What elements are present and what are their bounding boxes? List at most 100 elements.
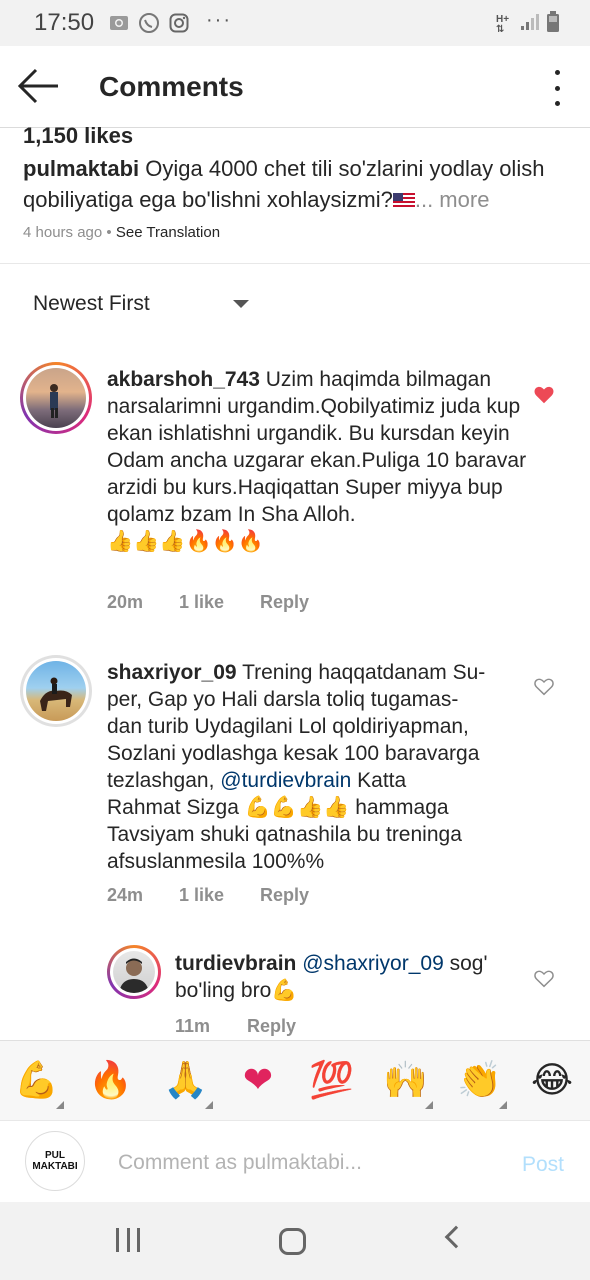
comment-time: 20m — [107, 592, 144, 612]
reaction-flexed-biceps[interactable]: 💪 — [14, 1059, 64, 1109]
comment-emojis: 💪💪👍👍 — [244, 795, 350, 819]
battery-icon — [546, 11, 560, 38]
reaction-fire[interactable]: 🔥 — [88, 1059, 133, 1103]
user-avatar: PUL MAKTABI — [25, 1131, 85, 1191]
reaction-hundred[interactable]: 💯 — [309, 1059, 354, 1103]
recent-apps-button[interactable] — [116, 1228, 140, 1252]
corner-indicator — [205, 1101, 213, 1109]
reaction-heart[interactable]: ❤ — [236, 1059, 280, 1103]
reply-button[interactable]: Reply — [247, 1016, 296, 1037]
post-meta: 4 hours ago • See Translation — [23, 224, 220, 241]
comment-text: hammaga — [355, 796, 449, 819]
reaction-tears-of-joy[interactable]: 😂 — [530, 1059, 574, 1103]
recents-bar — [116, 1228, 119, 1252]
back-button[interactable] — [16, 66, 62, 106]
caption-more-link[interactable]: ... more — [415, 187, 490, 212]
reaction-emoji: 🙏 — [163, 1060, 208, 1101]
comment-text: afsuslanmesila 100%% — [107, 850, 325, 873]
reaction-emoji: 💪 — [14, 1060, 59, 1101]
comment-body: shaxriyor_09 Trening haqqatdanam Su- per… — [107, 659, 527, 875]
heart-filled-icon[interactable] — [533, 384, 555, 406]
comment-username[interactable]: akbarshoh_743 — [107, 368, 260, 391]
corner-indicator — [56, 1101, 64, 1109]
reaction-emoji: 👏 — [457, 1060, 502, 1101]
comment-time: 24m — [107, 885, 144, 905]
back-arrow-icon — [17, 68, 58, 104]
post-likes-count[interactable]: 1,150 likes — [23, 123, 133, 149]
post-button[interactable]: Post — [522, 1153, 564, 1177]
comment-text: Rahmat Sizga — [107, 796, 239, 819]
dot — [554, 70, 560, 75]
comment-username[interactable]: shaxriyor_09 — [107, 661, 237, 684]
sort-dropdown[interactable]: Newest First — [33, 292, 249, 316]
commenter-avatar[interactable] — [20, 655, 92, 727]
recents-bar — [137, 1228, 140, 1252]
instagram-icon — [168, 12, 190, 34]
corner-indicator — [499, 1101, 507, 1109]
comment-meta: 24m 1 like Reply — [107, 885, 309, 906]
comment-username[interactable]: turdievbrain — [175, 952, 296, 975]
mention-link[interactable]: @turdievbrain — [220, 769, 351, 792]
network-type-indicator: H+ ⇅ — [496, 13, 510, 35]
reaction-folded-hands[interactable]: 🙏 — [163, 1059, 213, 1109]
divider — [0, 263, 590, 264]
dot — [554, 101, 560, 106]
comment-body: turdievbrain @shaxriyor_09 sog' bo'ling … — [175, 950, 515, 1004]
comment-text: Uzim haqimda bilmagan narsalarimni urgan… — [107, 368, 527, 526]
comment-text: dan turib Uydagilani Lol qoldiriyapman, — [107, 715, 469, 738]
comment-text: tezlashgan, — [107, 769, 215, 792]
comment-text: Katta — [351, 769, 407, 792]
signal-icon — [520, 13, 540, 36]
more-options-button[interactable] — [550, 70, 564, 106]
more-notifications-icon: ··· — [206, 8, 232, 31]
us-flag-icon — [392, 193, 415, 208]
meta-separator: • — [106, 224, 112, 241]
comment-time: 11m — [175, 1016, 211, 1036]
comment-body: akbarshoh_743 Uzim haqimda bilmagan nars… — [107, 366, 527, 555]
comment-text: Tavsiyam shuki qatnashila bu treninga — [107, 823, 462, 846]
recents-bar — [126, 1228, 130, 1252]
status-time: 17:50 — [34, 9, 95, 36]
comment-like-count[interactable]: 1 like — [179, 592, 260, 613]
reaction-clapping-hands[interactable]: 👏 — [457, 1059, 507, 1109]
comment-composer: PUL MAKTABI Comment as pulmaktabi... Pos… — [0, 1120, 590, 1202]
page-title: Comments — [99, 71, 244, 102]
home-button[interactable] — [279, 1228, 306, 1255]
reaction-raised-hands[interactable]: 🙌 — [383, 1059, 433, 1109]
commenter-avatar[interactable] — [107, 945, 161, 999]
heart-outline-icon[interactable] — [533, 968, 555, 990]
gallery-icon — [108, 12, 130, 34]
mention-link[interactable]: @shaxriyor_09 — [302, 952, 444, 975]
comment-emojis: 💪 — [271, 978, 298, 1002]
comment-text: per, Gap yo Hali darsla toliq tugamas- — [107, 688, 459, 711]
see-translation-link[interactable]: See Translation — [116, 224, 220, 241]
reply-button[interactable]: Reply — [260, 592, 309, 613]
status-system-icons: H+ ⇅ — [496, 11, 560, 38]
status-bar: 17:50 ··· H+ ⇅ — [0, 0, 590, 46]
reply-button[interactable]: Reply — [260, 885, 309, 906]
avatar-logo-text: PUL — [45, 1150, 65, 1161]
caret-down-icon — [233, 300, 249, 308]
comment-text: Trening haqqatdanam Su- — [242, 661, 486, 684]
corner-indicator — [425, 1101, 433, 1109]
quick-reactions-bar: 💪 🔥 🙏 ❤ 💯 🙌 👏 😂 — [0, 1040, 590, 1120]
network-type-label: H+ — [496, 13, 510, 25]
heart-outline-icon[interactable] — [533, 676, 555, 698]
comment-like-count[interactable]: 1 like — [179, 885, 260, 906]
whatsapp-icon — [138, 12, 160, 34]
system-back-button[interactable] — [444, 1225, 468, 1249]
comment-meta: 20m 1 like Reply — [107, 592, 309, 613]
post-time: 4 hours ago — [23, 224, 103, 241]
system-navigation-bar — [0, 1202, 590, 1280]
comment-input[interactable]: Comment as pulmaktabi... — [118, 1151, 498, 1175]
commenter-avatar[interactable] — [20, 362, 92, 434]
post-caption: pulmaktabi Oyiga 4000 chet tili so'zlari… — [23, 153, 568, 215]
status-notification-icons: ··· — [108, 8, 232, 34]
reaction-emoji: 🙌 — [383, 1060, 428, 1101]
avatar-logo-text: MAKTABI — [32, 1161, 78, 1172]
reaction-emoji: 💯 — [309, 1060, 354, 1101]
comment-emojis: 👍👍👍🔥🔥🔥 — [107, 529, 264, 553]
reaction-emoji: 🔥 — [88, 1060, 133, 1101]
reaction-emoji: ❤ — [242, 1060, 274, 1101]
caption-author[interactable]: pulmaktabi — [23, 156, 139, 181]
